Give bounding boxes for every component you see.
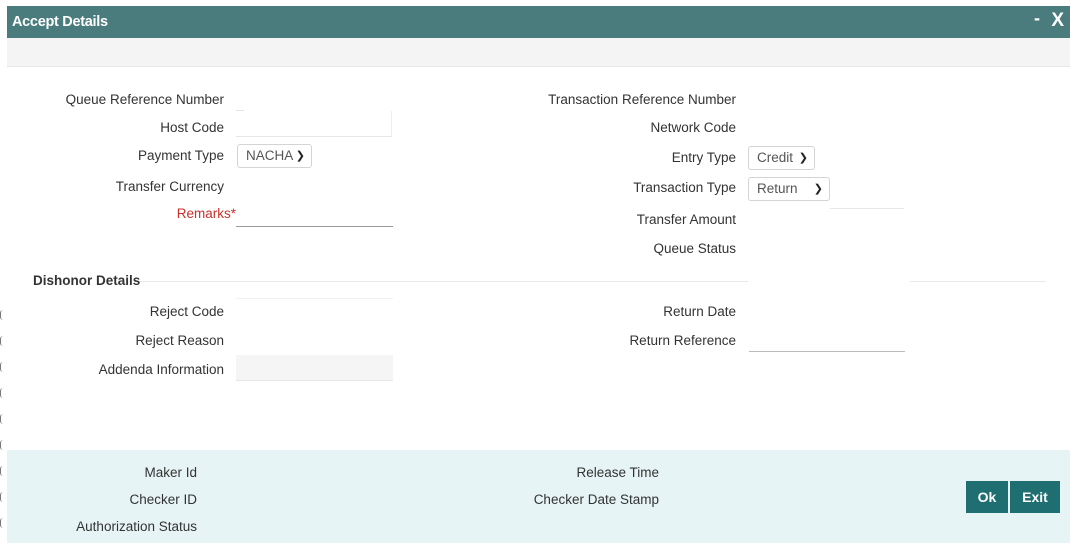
return-reference-label: Return Reference	[629, 333, 736, 348]
checker-id-label: Checker ID	[129, 492, 197, 507]
payment-type-select[interactable]: NACHA ❯	[237, 144, 312, 168]
reject-code-label: Reject Code	[149, 304, 224, 319]
dishonor-details-title: Dishonor Details	[33, 273, 141, 288]
background-edge-mark	[0, 310, 3, 320]
title-bar: Accept Details - X	[7, 6, 1070, 38]
transaction-type-underline	[830, 183, 904, 209]
background-edge-mark	[0, 492, 3, 502]
transaction-type-value: Return	[757, 181, 798, 196]
background-edge-mark	[0, 518, 3, 528]
return-date-label: Return Date	[663, 304, 736, 319]
release-time-label: Release Time	[576, 465, 659, 480]
entry-type-select[interactable]: Credit ❯	[748, 146, 815, 170]
toolbar-strip	[7, 38, 1070, 67]
background-edge-mark	[0, 414, 3, 424]
payment-type-label: Payment Type	[137, 148, 224, 163]
host-code-field[interactable]	[236, 111, 392, 137]
authorization-status-label: Authorization Status	[76, 519, 197, 534]
section-divider	[140, 281, 748, 282]
transaction-type-label: Transaction Type	[633, 180, 736, 195]
section-divider	[910, 281, 1046, 282]
background-edge-mark	[0, 466, 3, 476]
transaction-type-select[interactable]: Return ❯	[748, 177, 830, 201]
transaction-reference-number-label: Transaction Reference Number	[548, 92, 736, 107]
checker-date-stamp-label: Checker Date Stamp	[533, 492, 659, 507]
exit-button[interactable]: Exit	[1010, 481, 1060, 513]
ok-button[interactable]: Ok	[966, 481, 1008, 513]
background-edge-mark	[0, 440, 3, 450]
close-icon[interactable]: X	[1051, 10, 1064, 32]
return-reference-field[interactable]	[749, 326, 905, 352]
chevron-down-icon: ❯	[295, 150, 305, 162]
entry-type-label: Entry Type	[671, 150, 736, 165]
reject-code-field[interactable]	[236, 273, 393, 299]
chevron-down-icon: ❯	[798, 152, 808, 164]
addenda-information-label: Addenda Information	[98, 362, 224, 377]
window-title: Accept Details	[12, 14, 108, 30]
queue-status-label: Queue Status	[653, 241, 736, 256]
background-edge-mark	[0, 336, 3, 346]
entry-type-value: Credit	[757, 150, 794, 165]
reject-reason-label: Reject Reason	[135, 333, 224, 348]
transfer-amount-label: Transfer Amount	[636, 212, 736, 227]
remarks-label-text: Remarks	[176, 206, 231, 221]
remarks-label: Remarks*	[177, 206, 236, 221]
addenda-information-field[interactable]	[236, 355, 393, 381]
background-edge-mark	[0, 362, 3, 372]
chevron-down-icon: ❯	[813, 183, 823, 195]
maker-id-label: Maker Id	[144, 465, 197, 480]
background-edge-mark	[0, 388, 3, 398]
queue-reference-number-field[interactable]	[236, 85, 244, 111]
payment-type-value: NACHA	[246, 148, 294, 163]
remarks-field[interactable]	[236, 201, 393, 227]
accept-details-window: Accept Details - X Queue Reference Numbe…	[0, 0, 1070, 543]
queue-reference-number-label: Queue Reference Number	[65, 92, 224, 107]
host-code-label: Host Code	[160, 120, 224, 135]
minimize-icon[interactable]: -	[1034, 8, 1040, 29]
transfer-currency-label: Transfer Currency	[115, 179, 224, 194]
network-code-label: Network Code	[650, 120, 736, 135]
